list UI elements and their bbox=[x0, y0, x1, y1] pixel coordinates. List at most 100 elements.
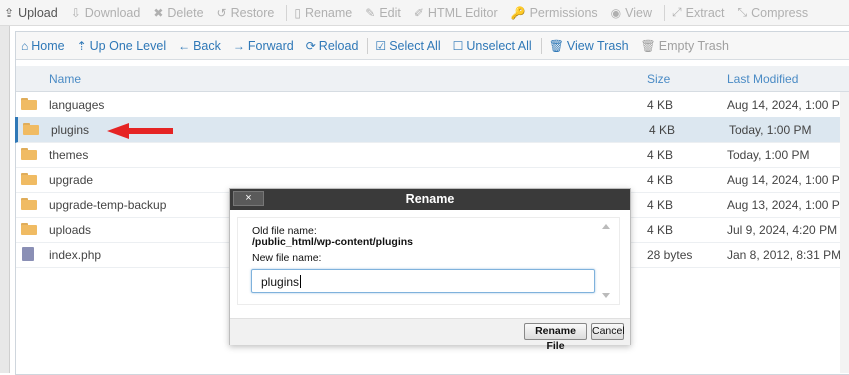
toolbar-separator bbox=[286, 4, 288, 21]
file-size: 4 KB bbox=[649, 123, 676, 137]
file-name: upgrade-temp-backup bbox=[49, 198, 167, 212]
rename-file-button[interactable]: Rename File bbox=[524, 323, 587, 352]
dialog-body-scrollbar[interactable] bbox=[602, 224, 612, 298]
scroll-up-icon[interactable] bbox=[602, 224, 610, 229]
toolbar-button-label: Download bbox=[84, 5, 141, 20]
toolbar-separator bbox=[367, 37, 369, 54]
file-size: 4 KB bbox=[647, 223, 674, 237]
empty-trash-icon: 🗑 bbox=[640, 38, 656, 53]
new-file-name-value: plugins bbox=[261, 275, 300, 289]
text-caret bbox=[300, 275, 302, 288]
toolbar-button-label: Upload bbox=[18, 5, 58, 20]
compress-button[interactable]: ⤡ Compress bbox=[734, 5, 818, 20]
edit-button[interactable]: ✎ Edit bbox=[361, 6, 410, 20]
html-editor-icon: ✐ bbox=[413, 5, 424, 20]
restore-icon: ↺ bbox=[216, 5, 227, 20]
toolbar-separator bbox=[664, 4, 666, 21]
permissions-icon: 🔑 bbox=[510, 5, 526, 20]
folder-body bbox=[21, 225, 37, 235]
reload-button[interactable]: ⟳ Reload bbox=[301, 39, 366, 53]
download-button[interactable]: ⇩ Download bbox=[67, 6, 150, 20]
toolbar-button-label: Unselect All bbox=[466, 38, 532, 53]
toolbar-button-label: Empty Trash bbox=[658, 38, 729, 53]
toolbar-button-label: View bbox=[625, 5, 653, 20]
navigation-toolbar: ⌂ Home ⇡ Up One Level ← Back → Forward ⟳ Reload ☑ S… bbox=[16, 32, 849, 60]
name-column-header[interactable]: Name bbox=[49, 72, 81, 86]
folder-icon bbox=[21, 198, 37, 210]
toolbar-button-label: View Trash bbox=[566, 38, 629, 53]
folder-icon bbox=[21, 173, 37, 185]
file-size: 28 bytes bbox=[647, 248, 693, 262]
unselect-all-icon: ☐ bbox=[452, 38, 464, 53]
file-name: themes bbox=[49, 148, 89, 162]
forward-icon: → bbox=[232, 38, 245, 53]
extract-icon: ⤢ bbox=[672, 5, 682, 19]
folder-body bbox=[21, 150, 37, 160]
folder-icon bbox=[21, 98, 37, 110]
rename-dialog: Rename × Old file name: /public_html/wp-… bbox=[229, 188, 631, 352]
new-file-name-input[interactable]: plugins bbox=[251, 269, 595, 293]
toolbar-button-label: Up One Level bbox=[89, 38, 167, 53]
unselect-all-button[interactable]: ☐ Unselect All bbox=[448, 39, 539, 53]
old-file-path: /public_html/wp-content/plugins bbox=[252, 236, 413, 248]
file-modified: Jan 8, 2012, 8:31 PM bbox=[727, 248, 842, 262]
html-editor-button[interactable]: ✐ HTML Editor bbox=[410, 6, 507, 20]
toolbar-button-label: Compress bbox=[751, 5, 809, 20]
file-size: 4 KB bbox=[647, 173, 674, 187]
dialog-body: Old file name: /public_html/wp-content/p… bbox=[237, 217, 620, 305]
file-modified: Jul 9, 2024, 4:20 PM bbox=[727, 223, 838, 237]
upload-icon: ⇪ bbox=[4, 5, 15, 20]
dialog-footer: Rename File Cancel bbox=[230, 318, 630, 352]
file-row[interactable]: languages 4 KB Aug 14, 2024, 1:00 PM bbox=[16, 92, 849, 118]
cancel-button[interactable]: Cancel bbox=[591, 323, 625, 340]
rename-button[interactable]: ▯ Rename bbox=[290, 6, 361, 20]
toolbar-button-label: Home bbox=[31, 38, 65, 53]
file-name: uploads bbox=[49, 223, 92, 237]
up-one-level-icon: ⇡ bbox=[76, 38, 87, 53]
file-modified: Aug 13, 2024, 1:00 PM bbox=[727, 198, 849, 212]
forward-button[interactable]: → Forward bbox=[228, 39, 301, 53]
home-icon: ⌂ bbox=[21, 38, 29, 53]
permissions-button[interactable]: 🔑 Permissions bbox=[507, 6, 607, 20]
up-one-level-button[interactable]: ⇡ Up One Level bbox=[72, 39, 174, 53]
view-trash-button[interactable]: 🗑 View Trash bbox=[544, 39, 636, 53]
directory-tree-edge[interactable] bbox=[0, 26, 10, 373]
toolbar-button-label: Permissions bbox=[529, 5, 598, 20]
size-column-header[interactable]: Size bbox=[647, 72, 670, 86]
toolbar-button-label: Edit bbox=[379, 5, 401, 20]
folder-body bbox=[23, 125, 39, 135]
file-list-header: Name Size Last Modified bbox=[16, 66, 849, 92]
arrow-shape bbox=[107, 123, 173, 139]
view-icon: ◉ bbox=[610, 5, 622, 20]
folder-body bbox=[21, 200, 37, 210]
file-modified: Aug 14, 2024, 1:00 PM bbox=[727, 173, 849, 187]
view-trash-icon: 🗑 bbox=[548, 38, 564, 53]
toolbar-button-label: HTML Editor bbox=[427, 5, 498, 20]
empty-trash-button[interactable]: 🗑 Empty Trash bbox=[636, 39, 736, 53]
file-modified: Aug 14, 2024, 1:00 PM bbox=[727, 98, 849, 112]
file-list-scrollbar[interactable] bbox=[840, 92, 849, 373]
red-arrow-annotation bbox=[107, 123, 173, 139]
view-button[interactable]: ◉ View bbox=[607, 6, 661, 20]
restore-button[interactable]: ↺ Restore bbox=[213, 6, 284, 20]
last-modified-column-header[interactable]: Last Modified bbox=[727, 72, 798, 86]
new-file-name-label: New file name: bbox=[252, 252, 322, 264]
delete-button[interactable]: ✖ Delete bbox=[149, 6, 212, 20]
home-button[interactable]: ⌂ Home bbox=[16, 39, 72, 53]
select-all-button[interactable]: ☑ Select All bbox=[370, 39, 447, 53]
file-name: upgrade bbox=[49, 173, 94, 187]
file-size: 4 KB bbox=[647, 148, 674, 162]
file-row[interactable]: themes 4 KB Today, 1:00 PM bbox=[16, 142, 849, 168]
edit-icon: ✎ bbox=[365, 5, 376, 20]
close-dialog-button[interactable]: × bbox=[233, 191, 264, 206]
download-icon: ⇩ bbox=[70, 5, 81, 20]
file-size: 4 KB bbox=[647, 198, 674, 212]
back-button[interactable]: ← Back bbox=[173, 39, 228, 53]
file-name: languages bbox=[49, 98, 105, 112]
folder-icon bbox=[21, 223, 37, 235]
file-name: plugins bbox=[51, 123, 90, 137]
toolbar-button-label: Delete bbox=[167, 5, 204, 20]
upload-button[interactable]: ⇪ Upload bbox=[0, 6, 67, 20]
extract-button[interactable]: ⤢ Extract bbox=[668, 5, 734, 20]
scroll-down-icon[interactable] bbox=[602, 293, 610, 298]
